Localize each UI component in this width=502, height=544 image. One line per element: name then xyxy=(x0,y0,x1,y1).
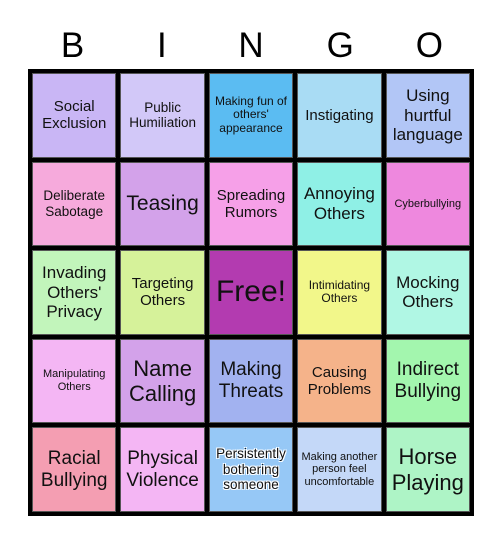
bingo-cell[interactable]: Instigating xyxy=(297,73,382,158)
header-letter-o: O xyxy=(415,26,444,65)
bingo-cell[interactable]: Horse Playing xyxy=(385,427,470,512)
bingo-board: Social Exclusion Public Humiliation Maki… xyxy=(28,69,474,516)
bingo-cell[interactable]: Indirect Bullying xyxy=(385,338,470,424)
bingo-cell[interactable]: Spreading Rumors xyxy=(208,161,294,247)
bingo-header: B I N G O xyxy=(28,26,474,66)
bingo-cell[interactable]: Mocking Others xyxy=(385,250,470,335)
bingo-cell[interactable]: Causing Problems xyxy=(297,338,382,424)
bingo-cell[interactable]: Using hurtful language xyxy=(385,73,470,158)
bingo-cell[interactable]: Deliberate Sabotage xyxy=(32,161,117,247)
bingo-cell[interactable]: Teasing xyxy=(120,161,205,247)
bingo-cell[interactable]: Targeting Others xyxy=(120,250,205,335)
bingo-cell[interactable]: Persistently bothering someone xyxy=(208,427,294,512)
header-letter-n: N xyxy=(238,26,264,65)
header-letter-g: G xyxy=(326,26,354,65)
bingo-cell[interactable]: Intimidating Others xyxy=(297,250,382,335)
bingo-cell[interactable]: Manipulating Others xyxy=(32,338,117,424)
header-letter-i: I xyxy=(156,26,167,65)
bingo-cell[interactable]: Social Exclusion xyxy=(32,73,117,158)
bingo-cell[interactable]: Cyberbullying xyxy=(385,161,470,247)
bingo-cell[interactable]: Physical Violence xyxy=(120,427,205,512)
bingo-cell[interactable]: Name Calling xyxy=(120,338,205,424)
bingo-cell[interactable]: Making another person feel uncomfortable xyxy=(297,427,382,512)
bingo-cell[interactable]: Making Threats xyxy=(208,338,294,424)
bingo-cell[interactable]: Annoying Others xyxy=(297,161,382,247)
free-space[interactable]: Free! xyxy=(208,250,294,335)
bingo-cell[interactable]: Racial Bullying xyxy=(32,427,117,512)
bingo-cell[interactable]: Public Humiliation xyxy=(120,73,205,158)
bingo-cell[interactable]: Invading Others' Privacy xyxy=(32,250,117,335)
header-letter-b: B xyxy=(60,26,85,65)
bingo-cell[interactable]: Making fun of others' appearance xyxy=(208,73,294,158)
